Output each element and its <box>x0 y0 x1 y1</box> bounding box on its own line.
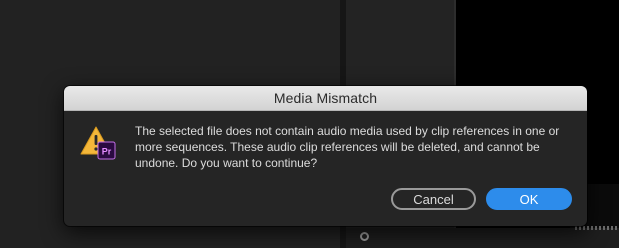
ok-button[interactable]: OK <box>486 188 572 210</box>
dialog-body: Pr The selected file does not contain au… <box>64 111 587 226</box>
dotted-rule <box>575 226 619 230</box>
dialog-titlebar[interactable]: Media Mismatch <box>64 86 587 111</box>
horizontal-scrollbar[interactable] <box>346 228 619 248</box>
warning-icon: Pr <box>80 126 116 160</box>
media-mismatch-dialog: Media Mismatch Pr The selected file does… <box>64 86 587 226</box>
premiere-pro-icon: Pr <box>97 141 116 160</box>
scroll-handle-icon[interactable] <box>360 232 369 241</box>
cancel-button[interactable]: Cancel <box>391 188 476 210</box>
dialog-message: The selected file does not contain audio… <box>135 124 560 170</box>
svg-text:Pr: Pr <box>102 147 112 157</box>
dialog-title: Media Mismatch <box>273 90 378 106</box>
